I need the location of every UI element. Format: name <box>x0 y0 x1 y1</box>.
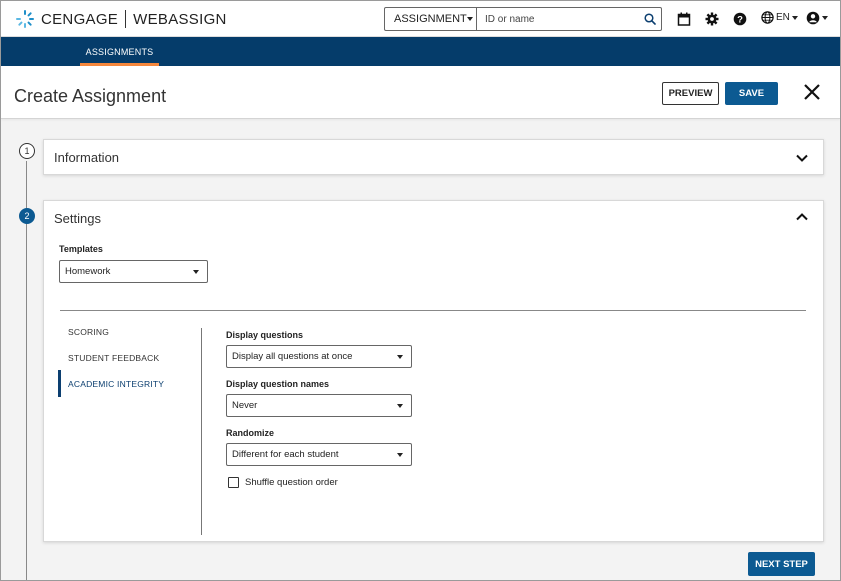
caret-down-icon <box>822 16 828 20</box>
information-title: Information <box>54 150 120 165</box>
display-question-names-select[interactable]: Never <box>226 394 412 417</box>
help-icon: ? <box>733 12 747 25</box>
brand-separator <box>125 10 127 28</box>
randomize-select[interactable]: Different for each student <box>226 443 412 466</box>
search-input[interactable] <box>477 8 639 30</box>
vertical-divider <box>201 328 202 535</box>
svg-text:?: ? <box>737 14 743 25</box>
calendar-icon <box>677 12 691 26</box>
search-group: ASSIGNMENT <box>384 7 662 31</box>
display-question-names-label: Display question names <box>226 379 330 389</box>
help-button[interactable]: ? <box>731 10 749 28</box>
search-type-dropdown[interactable]: ASSIGNMENT <box>385 8 477 30</box>
caret-down-icon <box>397 354 403 359</box>
brand-logo[interactable]: CENGAGE WEBASSIGN <box>15 9 227 29</box>
account-menu[interactable] <box>806 11 828 25</box>
page-header: Create Assignment PREVIEW SAVE <box>1 66 840 119</box>
brand-product: WEBASSIGN <box>133 10 227 28</box>
main-nav: ASSIGNMENTS <box>1 37 840 66</box>
tab-assignments[interactable]: ASSIGNMENTS <box>80 37 159 66</box>
preview-button[interactable]: PREVIEW <box>662 82 719 105</box>
shuffle-label[interactable]: Shuffle question order <box>245 477 338 488</box>
information-section[interactable]: Information <box>43 139 824 175</box>
randomize-value: Different for each student <box>232 449 339 460</box>
cengage-logo-icon <box>16 10 34 28</box>
gear-icon <box>705 12 719 26</box>
step-number-1: 1 <box>19 143 35 159</box>
brand-name: CENGAGE <box>41 10 119 28</box>
subnav-academic-integrity[interactable]: ACADEMIC INTEGRITY <box>68 379 164 389</box>
templates-label: Templates <box>59 244 103 254</box>
chevron-down-icon[interactable] <box>795 151 809 165</box>
page-title: Create Assignment <box>14 86 167 106</box>
active-indicator <box>58 370 61 397</box>
display-questions-label: Display questions <box>226 330 304 340</box>
display-questions-value: Display all questions at once <box>232 351 353 362</box>
templates-select[interactable]: Homework <box>59 260 208 283</box>
search-icon <box>644 13 656 25</box>
step-connector-line <box>26 161 27 580</box>
next-step-button[interactable]: NEXT STEP <box>748 552 815 576</box>
search-button[interactable] <box>639 8 661 30</box>
display-questions-select[interactable]: Display all questions at once <box>226 345 412 368</box>
language-label: EN <box>776 12 790 23</box>
close-icon <box>804 84 820 100</box>
randomize-label: Randomize <box>226 428 275 438</box>
save-button[interactable]: SAVE <box>725 82 778 105</box>
subnav-student-feedback[interactable]: STUDENT FEEDBACK <box>68 353 159 363</box>
account-icon <box>806 11 820 25</box>
settings-button[interactable] <box>703 10 721 28</box>
top-bar: CENGAGE WEBASSIGN ASSIGNMENT ID or name … <box>1 1 840 37</box>
display-question-names-value: Never <box>232 400 258 411</box>
step-number-2: 2 <box>19 208 35 224</box>
globe-icon <box>761 11 774 24</box>
caret-down-icon <box>397 452 403 457</box>
templates-value: Homework <box>65 266 111 277</box>
caret-down-icon <box>193 269 199 274</box>
calendar-button[interactable] <box>675 10 693 28</box>
app-window: CENGAGE WEBASSIGN ASSIGNMENT ID or name … <box>0 0 841 581</box>
close-button[interactable] <box>801 81 823 103</box>
settings-section: Settings Templates Homework SCORING STUD… <box>43 200 824 542</box>
caret-down-icon <box>466 17 473 21</box>
search-type-label: ASSIGNMENT <box>394 13 467 25</box>
language-selector[interactable]: EN <box>761 11 798 24</box>
shuffle-checkbox[interactable] <box>228 477 239 488</box>
section-divider <box>60 310 806 311</box>
subnav-scoring[interactable]: SCORING <box>68 327 109 337</box>
caret-down-icon <box>397 403 403 408</box>
chevron-up-icon[interactable] <box>795 210 809 224</box>
settings-title: Settings <box>54 211 101 226</box>
caret-down-icon <box>791 15 798 20</box>
